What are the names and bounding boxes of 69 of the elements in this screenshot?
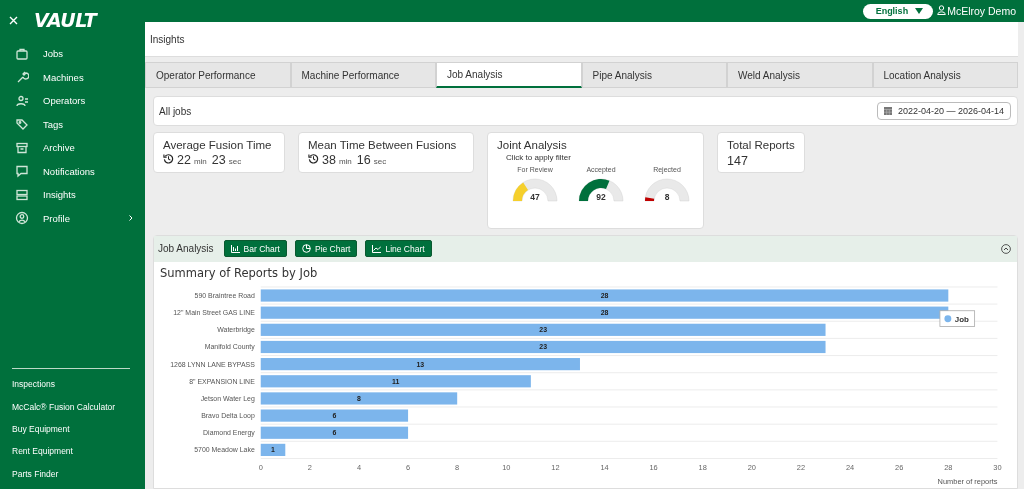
- bar[interactable]: [260, 357, 580, 370]
- sidebar-link[interactable]: Buy Equipment: [0, 417, 145, 441]
- chart-type-button[interactable]: Pie Chart: [294, 240, 358, 258]
- bar[interactable]: [260, 374, 531, 388]
- clock-history-icon: [163, 153, 174, 164]
- logo: VAULT: [34, 9, 97, 31]
- archive-box-icon: [15, 140, 29, 155]
- panel-title: Job Analysis: [158, 243, 214, 255]
- clock-history-icon: [308, 153, 319, 164]
- sidebar-link[interactable]: McCalc® Fusion Calculator: [0, 395, 145, 418]
- card-title: Joint Analysis: [497, 139, 568, 151]
- legend-label: Job: [954, 314, 970, 324]
- collapse-icon[interactable]: [1001, 243, 1011, 254]
- filter-label: All jobs: [159, 105, 192, 117]
- tab[interactable]: Location Analysis: [872, 62, 1018, 88]
- close-icon[interactable]: [9, 15, 18, 25]
- tab[interactable]: Job Analysis: [436, 62, 582, 88]
- bar-chart-icon: [230, 244, 240, 253]
- card-title: Mean Time Between Fusions: [308, 139, 458, 151]
- wrench-icon: [15, 70, 29, 85]
- tab[interactable]: Pipe Analysis: [581, 62, 727, 88]
- briefcase-icon: [15, 46, 29, 61]
- nav-item[interactable]: Jobs: [0, 42, 145, 66]
- chart-type-button[interactable]: Bar Chart: [223, 240, 287, 258]
- card-subtitle: Click to apply filter: [506, 153, 572, 162]
- chat-bubble-icon: [15, 164, 29, 179]
- sidebar-link[interactable]: Rent Equipment: [0, 440, 145, 463]
- card-title: Average Fusion Time: [163, 139, 273, 151]
- nav-item[interactable]: Notifications: [0, 159, 145, 183]
- calendar-icon: [883, 107, 892, 115]
- unit-label: min: [338, 157, 352, 166]
- unit-label: sec: [228, 157, 242, 166]
- nav-item[interactable]: Archive: [0, 136, 145, 160]
- profile-icon: [15, 211, 29, 226]
- user-menu[interactable]: McElroy Demo: [937, 5, 1016, 17]
- gauge-value: 92: [596, 192, 606, 202]
- chart-title: Summary of Reports by Job: [159, 264, 319, 280]
- tab[interactable]: Operator Performance: [145, 62, 291, 88]
- unit-label: sec: [373, 157, 387, 166]
- seconds-value: 16: [356, 153, 371, 167]
- nav-item[interactable]: Tags: [0, 112, 145, 136]
- tab[interactable]: Machine Performance: [290, 62, 436, 88]
- date-range-button[interactable]: 2022-04-20 — 2026-04-14: [876, 102, 1011, 120]
- nav-item[interactable]: Machines: [0, 65, 145, 89]
- minutes-value: 38: [322, 153, 336, 167]
- nav-item[interactable]: Profile: [0, 206, 145, 230]
- sidebar-link[interactable]: Inspections: [0, 373, 145, 396]
- chart-type-button[interactable]: Line Chart: [365, 240, 432, 258]
- sidebar-link[interactable]: Parts Finder: [0, 462, 145, 485]
- person-icon: [937, 5, 947, 15]
- gauge-value: 47: [530, 192, 540, 202]
- minutes-value: 22: [177, 153, 191, 167]
- page-title: Insights: [145, 22, 1018, 57]
- pie-chart-icon: [301, 244, 311, 254]
- gauge-track[interactable]: [644, 178, 690, 202]
- bar[interactable]: [260, 443, 286, 456]
- legend[interactable]: Job: [939, 310, 976, 327]
- language-dropdown[interactable]: English: [862, 3, 934, 19]
- unit-label: min: [193, 157, 207, 166]
- tab[interactable]: Weld Analysis: [727, 62, 873, 88]
- seconds-value: 23: [211, 153, 226, 167]
- tag-icon: [15, 117, 29, 132]
- nav-item[interactable]: Insights: [0, 183, 145, 207]
- person-icon: [15, 93, 29, 108]
- nav-item[interactable]: Operators: [0, 89, 145, 113]
- card-title: Total Reports: [727, 139, 795, 151]
- gauge-value: 8: [664, 192, 670, 202]
- line-chart-icon: [372, 244, 382, 253]
- count-value: 147: [727, 154, 748, 168]
